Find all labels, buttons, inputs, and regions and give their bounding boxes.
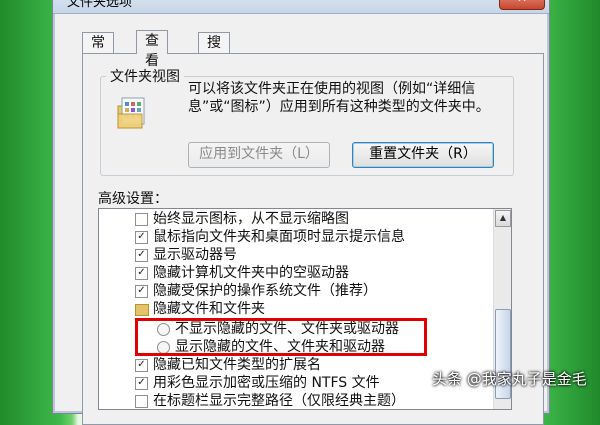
- title-bar[interactable]: 文件夹选项 ✕: [53, 0, 549, 14]
- checkbox-checked[interactable]: ✓: [135, 231, 148, 244]
- watermark: 头条 @我家丸子是金毛: [432, 370, 587, 388]
- checkbox-checked[interactable]: ✓: [135, 377, 148, 390]
- list-item-label: 隐藏已知文件类型的扩展名: [153, 357, 321, 373]
- tab-general[interactable]: 常规: [82, 32, 114, 71]
- checkbox[interactable]: [135, 213, 148, 226]
- list-item-label: 在标题栏显示完整路径（仅限经典主题）: [153, 393, 405, 409]
- list-item-label: 鼠标指向文件夹和桌面项时显示提示信息: [153, 229, 405, 245]
- list-item-label: 隐藏文件和文件夹: [153, 301, 265, 317]
- checkbox[interactable]: [135, 395, 148, 408]
- list-item-label: 隐藏计算机文件夹中的空驱动器: [153, 265, 349, 281]
- list-item-label: 隐藏受保护的操作系统文件（推荐）: [153, 283, 377, 299]
- checkbox-checked[interactable]: ✓: [135, 249, 148, 262]
- folder-view-icon: [117, 97, 145, 129]
- list-item-label: 显示驱动器号: [153, 247, 237, 263]
- checkbox-checked[interactable]: ✓: [135, 359, 148, 372]
- tab-view[interactable]: 查看: [136, 30, 168, 69]
- radio-button[interactable]: [157, 341, 170, 354]
- reset-folders-button[interactable]: 重置文件夹（R）: [352, 142, 494, 168]
- list-item-label: 显示隐藏的文件、文件夹和驱动器: [175, 339, 385, 355]
- list-item-label: 用彩色显示加密或压缩的 NTFS 文件: [153, 375, 380, 391]
- checkbox-checked[interactable]: ✓: [135, 267, 148, 280]
- scroll-up-arrow-icon[interactable]: ▲: [495, 210, 511, 227]
- folder-views-description: 可以将该文件夹正在使用的视图（例如“详细信息”或“图标”）应用到所有这种类型的文…: [188, 81, 490, 115]
- checkbox-checked[interactable]: ✓: [135, 285, 148, 298]
- tab-search[interactable]: 搜索: [198, 32, 230, 71]
- advanced-settings-label: 高级设置：: [98, 191, 168, 207]
- window-title: 文件夹选项: [67, 0, 133, 10]
- list-item-label: 始终显示图标，从不显示缩略图: [153, 211, 349, 227]
- apply-to-folders-button[interactable]: 应用到文件夹（L）: [188, 142, 330, 168]
- radio-button[interactable]: [157, 323, 170, 336]
- close-button[interactable]: ✕: [499, 0, 545, 10]
- folder-icon: [135, 304, 149, 316]
- list-item-label: 不显示隐藏的文件、文件夹或驱动器: [175, 321, 399, 337]
